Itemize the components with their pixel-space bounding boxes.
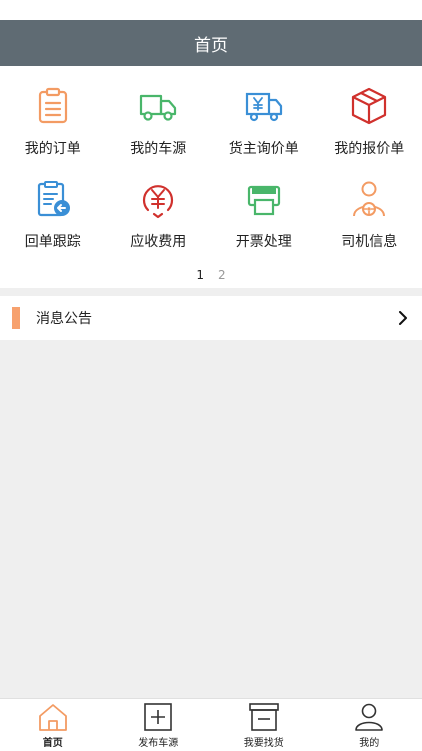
truck-icon (138, 86, 178, 126)
tile-my-orders[interactable]: 我的订单 (0, 76, 106, 169)
bottom-tab-bar: 首页 发布车源 我要找货 我的 (0, 698, 422, 751)
tile-driver-info[interactable]: 司机信息 (317, 169, 422, 262)
clipboard-list-icon (33, 86, 73, 126)
tab-find-cargo[interactable]: 我要找货 (211, 699, 317, 751)
section-divider (0, 288, 422, 296)
status-bar (0, 0, 422, 20)
pager-page-1[interactable]: 1 (196, 268, 204, 282)
function-grid: 我的订单 我的车源 货主询价单 我的报价单 (0, 66, 422, 262)
notice-accent-bar (12, 307, 20, 329)
tile-invoicing[interactable]: 开票处理 (211, 169, 317, 262)
driver-icon (349, 179, 389, 219)
tile-my-quotes[interactable]: 我的报价单 (317, 76, 422, 169)
grid-pager: 1 2 (0, 262, 422, 288)
tile-label: 司机信息 (341, 231, 397, 251)
package-box-icon (349, 86, 389, 126)
tab-label: 我要找货 (244, 734, 284, 749)
tile-my-vehicles[interactable]: 我的车源 (106, 76, 212, 169)
home-icon (37, 702, 69, 732)
tab-label: 首页 (43, 734, 63, 749)
notice-title: 消息公告 (36, 308, 398, 328)
tile-label: 我的车源 (130, 138, 186, 158)
printer-icon (244, 179, 284, 219)
box-search-icon (248, 702, 280, 732)
tile-label: 应收费用 (130, 231, 186, 251)
tile-label: 开票处理 (236, 231, 292, 251)
tab-publish-vehicle[interactable]: 发布车源 (106, 699, 212, 751)
notice-row[interactable]: 消息公告 (0, 296, 422, 340)
tab-home[interactable]: 首页 (0, 699, 106, 751)
nav-header: 首页 (0, 20, 422, 66)
content-area (0, 340, 422, 708)
yuan-truck-icon (244, 86, 284, 126)
tile-shipper-inquiry[interactable]: 货主询价单 (211, 76, 317, 169)
receipt-return-icon (33, 179, 73, 219)
tab-mine[interactable]: 我的 (317, 699, 422, 751)
pager-page-2[interactable]: 2 (218, 268, 226, 282)
user-icon (353, 702, 385, 732)
yuan-coin-icon (138, 179, 178, 219)
chevron-right-icon (398, 311, 408, 325)
plus-square-icon (142, 702, 174, 732)
tile-label: 货主询价单 (229, 138, 299, 158)
tile-label: 我的报价单 (334, 138, 404, 158)
tile-receipt-tracking[interactable]: 回单跟踪 (0, 169, 106, 262)
tile-receivables[interactable]: 应收费用 (106, 169, 212, 262)
tile-label: 回单跟踪 (25, 231, 81, 251)
page-title: 首页 (194, 31, 228, 56)
tab-label: 我的 (359, 734, 379, 749)
tab-label: 发布车源 (138, 734, 178, 749)
tile-label: 我的订单 (25, 138, 81, 158)
